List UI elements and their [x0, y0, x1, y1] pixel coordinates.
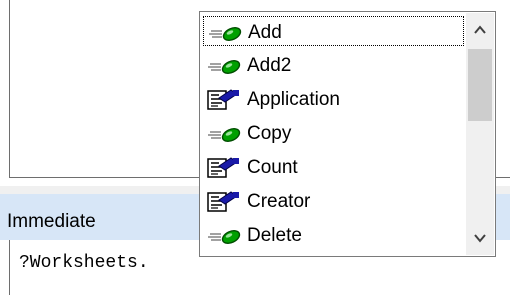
scroll-up-button[interactable]	[466, 13, 494, 47]
member-item-copy[interactable]: Copy	[203, 118, 464, 148]
property-icon	[206, 157, 244, 179]
chevron-up-icon	[474, 25, 486, 34]
member-item-label: Add	[248, 22, 282, 43]
member-item-label: Copy	[247, 123, 292, 144]
property-icon	[206, 191, 244, 213]
method-icon	[206, 225, 244, 247]
code-pane-left-border	[9, 0, 10, 177]
member-item-add[interactable]: Add	[203, 16, 464, 46]
member-item-label: Count	[247, 157, 298, 178]
member-item-application[interactable]: Application	[203, 84, 464, 114]
member-item-add2[interactable]: Add2	[203, 50, 464, 80]
property-icon	[206, 89, 244, 111]
immediate-window-title: Immediate	[7, 211, 96, 232]
member-item-count[interactable]: Count	[203, 152, 464, 182]
member-item-label: Creator	[247, 191, 311, 212]
immediate-body-left-border	[9, 240, 10, 295]
method-icon	[206, 123, 244, 145]
scroll-thumb[interactable]	[468, 49, 492, 121]
member-item-delete[interactable]: Delete	[203, 220, 464, 250]
member-item-label: Delete	[247, 225, 302, 246]
chevron-down-icon	[474, 234, 486, 243]
method-icon	[206, 55, 244, 77]
member-list-dropdown[interactable]: Add Add2 Application Copy Count Creator …	[199, 11, 496, 257]
member-item-creator[interactable]: Creator	[203, 186, 464, 216]
method-icon	[207, 22, 245, 44]
scroll-down-button[interactable]	[466, 221, 494, 255]
member-item-label: Application	[247, 89, 340, 110]
vba-editor-window: Immediate Add	[0, 0, 510, 295]
member-item-label: Add2	[247, 55, 292, 76]
member-list-scrollbar[interactable]	[466, 13, 494, 255]
